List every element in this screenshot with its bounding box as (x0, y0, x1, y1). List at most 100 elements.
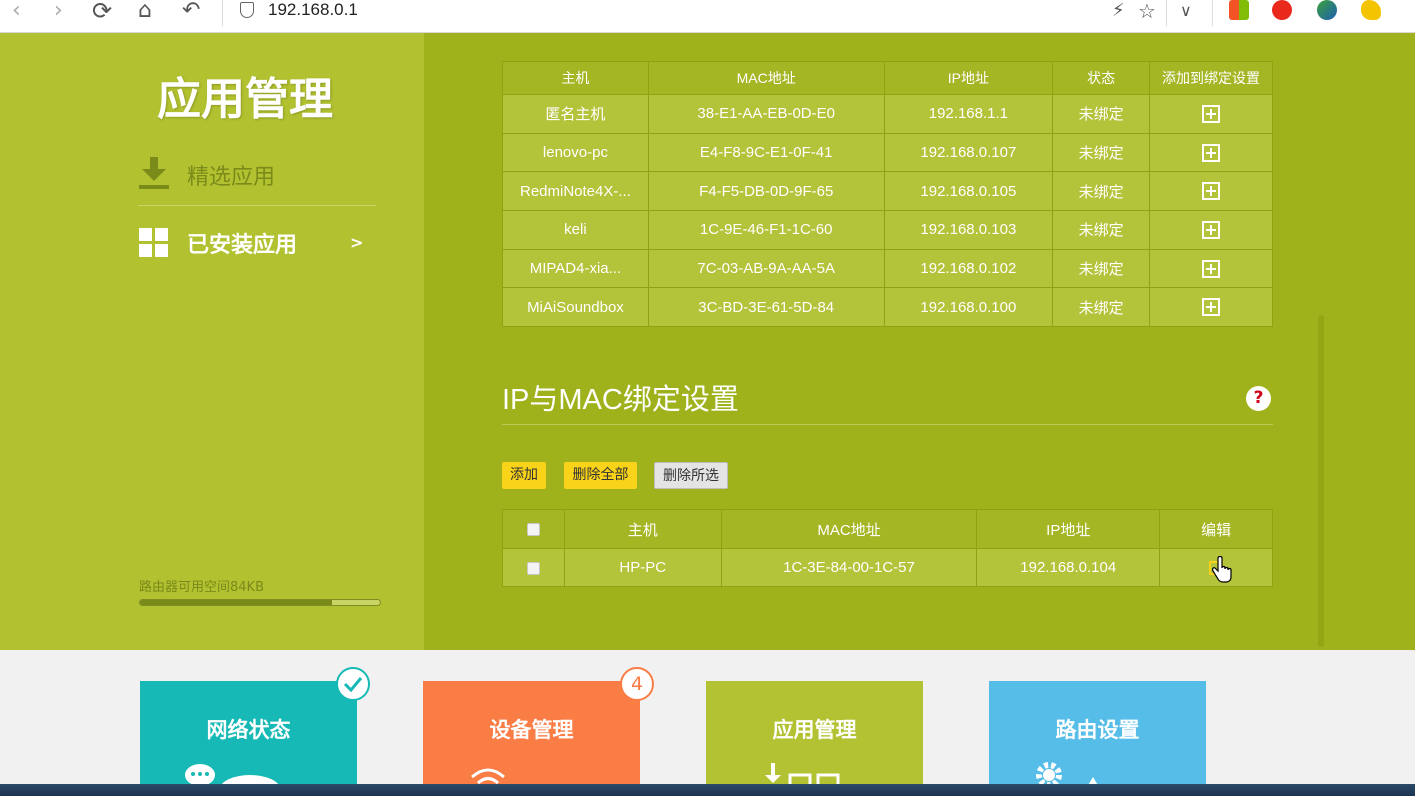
tile-network-status[interactable]: 网络状态 (140, 681, 357, 793)
chevron-right-icon: > (350, 233, 364, 252)
device-host-cell: MIPAD4-xia... (502, 248, 649, 289)
add-binding-plus-icon[interactable] (1202, 182, 1221, 201)
address-bar[interactable]: 192.168.0.1 (268, 0, 358, 20)
binding-host-cell: HP-PC (563, 548, 722, 587)
add-binding-plus-icon[interactable] (1202, 298, 1221, 317)
binding-section-title: IP与MAC绑定设置 (502, 384, 739, 416)
column-header: 添加到绑定设置 (1149, 61, 1273, 95)
add-binding-cell (1149, 248, 1273, 289)
back-icon[interactable]: ‹ (12, 0, 21, 24)
home-icon[interactable]: ⌂ (138, 0, 152, 24)
toolbar-divider (1212, 0, 1213, 26)
chevron-down-icon[interactable]: ∨ (1180, 0, 1192, 24)
star-icon[interactable]: ☆ (1138, 0, 1156, 24)
device-mac-cell: 7C-03-AB-9A-AA-5A (647, 248, 885, 289)
add-binding-plus-icon[interactable] (1202, 143, 1221, 162)
column-header: MAC地址 (647, 61, 885, 95)
tile-router-settings[interactable]: 路由设置 (989, 681, 1206, 791)
device-host-cell: RedmiNote4X-... (502, 171, 649, 212)
table-header-row: 主机 MAC地址 IP地址 状态 添加到绑定设置 (502, 61, 1273, 95)
column-header: 主机 (563, 509, 722, 549)
add-binding-cell (1149, 132, 1273, 173)
device-status-cell: 未绑定 (1052, 94, 1151, 134)
column-header: IP地址 (976, 509, 1161, 549)
table-row: keli 1C-9E-46-F1-1C-60 192.168.0.103 未绑定 (502, 210, 1273, 250)
device-ip-cell: 192.168.0.105 (883, 171, 1054, 212)
delete-selected-button[interactable]: 删除所选 (654, 462, 728, 489)
device-mac-cell: E4-F8-9C-E1-0F-41 (647, 132, 885, 173)
add-binding-cell (1149, 210, 1273, 250)
device-host-cell: lenovo-pc (502, 132, 649, 173)
os-taskbar (0, 784, 1415, 796)
device-mac-cell: 38-E1-AA-EB-0D-E0 (647, 94, 885, 134)
sidebar-item-label: 精选应用 (187, 165, 276, 190)
scrollbar[interactable] (1318, 315, 1324, 647)
table-row: MIPAD4-xia... 7C-03-AB-9A-AA-5A 192.168.0.… (502, 248, 1273, 289)
device-status-cell: 未绑定 (1052, 210, 1151, 250)
notification-badge: 4 (620, 667, 654, 701)
device-mac-cell: 3C-BD-3E-61-5D-84 (647, 287, 885, 328)
device-ip-cell: 192.168.0.103 (883, 210, 1054, 250)
column-header: 编辑 (1159, 509, 1273, 549)
select-all-cell (502, 509, 565, 549)
shield-icon (240, 2, 254, 18)
select-all-checkbox[interactable] (526, 523, 540, 537)
download-icon (139, 157, 169, 189)
table-row: RedmiNote4X-... F4-F5-DB-0D-9F-65 192.168.… (502, 171, 1273, 212)
device-ip-cell: 192.168.0.107 (883, 132, 1054, 173)
shield-extension-icon[interactable] (1272, 0, 1292, 20)
animal-extension-icon[interactable] (1361, 0, 1381, 20)
table-row: 匿名主机 38-E1-AA-EB-0D-E0 192.168.1.1 未绑定 (502, 94, 1273, 134)
column-header: IP地址 (883, 61, 1054, 95)
browser-toolbar: ‹ › ⟳ ⌂ ↶ 192.168.0.1 ⚡ ☆ ∨ (0, 0, 1415, 33)
tile-label: 应用管理 (772, 718, 857, 742)
tile-label: 路由设置 (1055, 718, 1140, 742)
binding-mac-cell: 1C-3E-84-00-1C-57 (720, 548, 978, 587)
row-checkbox[interactable] (526, 561, 540, 575)
device-mac-cell: 1C-9E-46-F1-1C-60 (647, 210, 885, 250)
globe-extension-icon[interactable] (1317, 0, 1337, 20)
delete-all-button[interactable]: 删除全部 (564, 462, 637, 489)
tile-label: 设备管理 (489, 718, 574, 742)
devices-table: 主机 MAC地址 IP地址 状态 添加到绑定设置 匿名主机 38-E1-AA-EB… (502, 61, 1273, 328)
device-status-cell: 未绑定 (1052, 132, 1151, 173)
device-status-cell: 未绑定 (1052, 287, 1151, 328)
device-status-cell: 未绑定 (1052, 171, 1151, 212)
undo-icon[interactable]: ↶ (182, 0, 200, 24)
menu-divider (138, 205, 376, 206)
add-binding-plus-icon[interactable] (1202, 259, 1221, 278)
toolbar-divider (1166, 0, 1167, 26)
hand-cursor-icon (1212, 556, 1232, 583)
device-ip-cell: 192.168.0.100 (883, 287, 1054, 328)
sidebar: 应用管理 精选应用 已安装应用 > 路由器可用空间84KB (0, 33, 424, 650)
sidebar-item-installed-apps[interactable]: 已安装应用 > (138, 213, 376, 273)
sidebar-item-featured-apps[interactable]: 精选应用 (138, 145, 376, 205)
check-icon (336, 667, 370, 701)
add-binding-cell (1149, 171, 1273, 212)
table-header-row: 主机 MAC地址 IP地址 编辑 (502, 509, 1273, 549)
toolbar-divider (222, 0, 223, 26)
device-host-cell: 匿名主机 (502, 94, 649, 134)
forward-icon[interactable]: › (54, 0, 63, 24)
device-ip-cell: 192.168.0.102 (883, 248, 1054, 289)
reload-icon[interactable]: ⟳ (92, 0, 112, 24)
page-title: 应用管理 (157, 74, 333, 125)
add-binding-plus-icon[interactable] (1202, 220, 1221, 239)
add-binding-plus-icon[interactable] (1202, 104, 1221, 123)
add-button[interactable]: 添加 (502, 462, 546, 489)
tile-label: 网络状态 (206, 718, 291, 742)
lightning-icon[interactable]: ⚡ (1112, 0, 1125, 24)
sidebar-item-label: 已安装应用 (187, 233, 298, 258)
tile-device-management[interactable]: 设备管理 (423, 681, 640, 791)
help-icon[interactable]: ? (1246, 386, 1271, 411)
device-status-cell: 未绑定 (1052, 248, 1151, 289)
table-row: HP-PC 1C-3E-84-00-1C-57 192.168.0.104 (502, 548, 1273, 587)
tile-app-management[interactable]: 应用管理 (706, 681, 923, 791)
column-header: MAC地址 (720, 509, 978, 549)
binding-table: 主机 MAC地址 IP地址 编辑 HP-PC 1C-3E-84-00-1C-57 1… (502, 509, 1273, 587)
windows-extension-icon[interactable] (1229, 0, 1249, 20)
row-select-cell (502, 548, 565, 587)
device-ip-cell: 192.168.1.1 (883, 94, 1054, 134)
grid-icon (139, 228, 168, 257)
section-divider (502, 424, 1273, 425)
